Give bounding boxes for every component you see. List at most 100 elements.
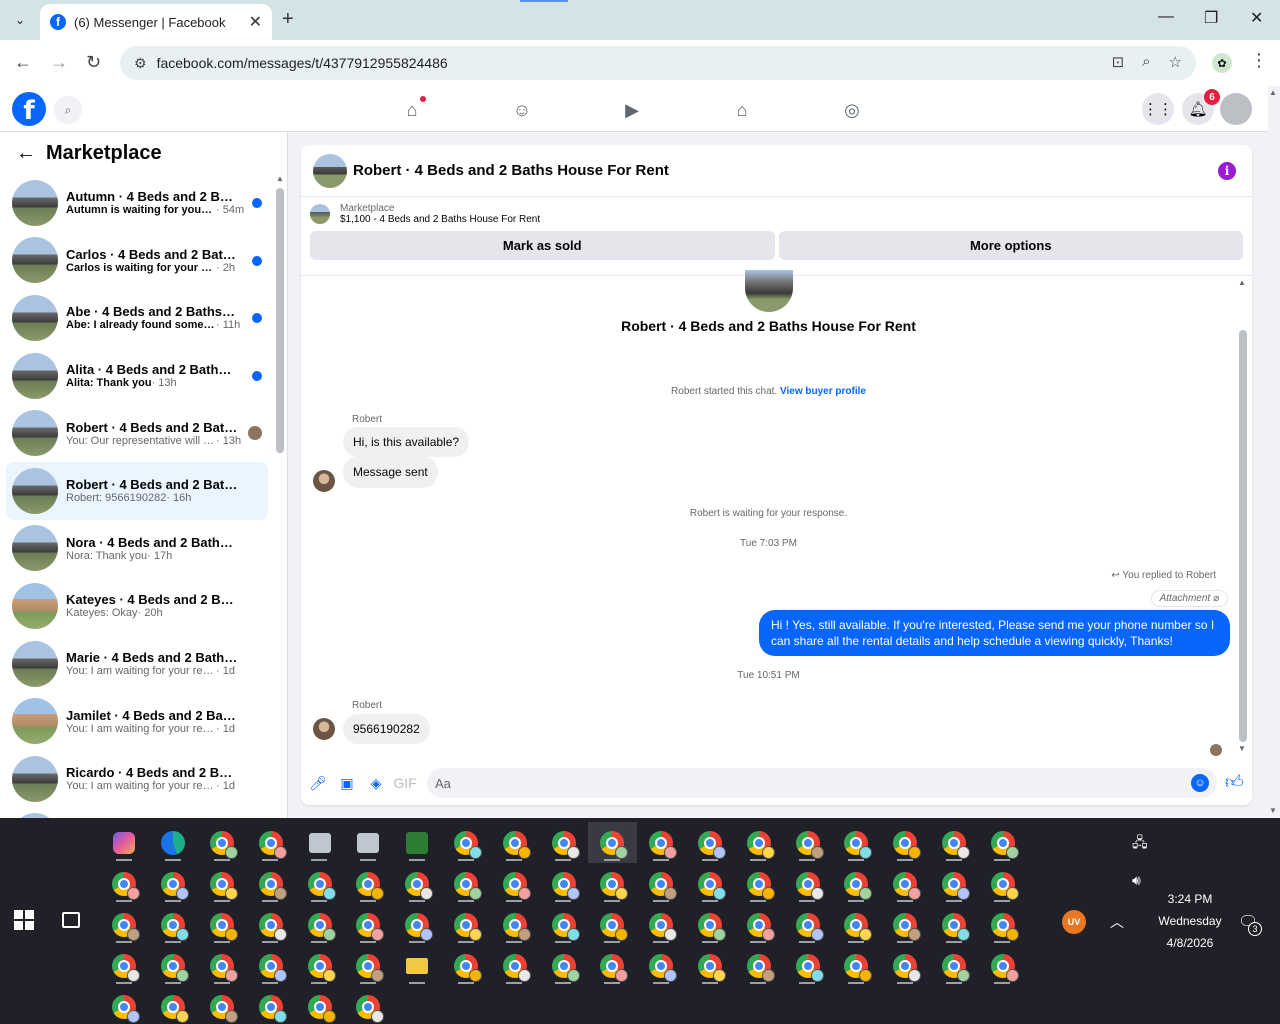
sender-avatar[interactable] (313, 470, 335, 492)
chrome-window-icon[interactable] (295, 863, 344, 904)
chrome-window-icon[interactable] (100, 904, 149, 945)
sidebar-scroll-up-icon[interactable]: ▲ (276, 174, 284, 183)
extension-icon[interactable]: ✿ (1212, 53, 1232, 73)
chrome-window-icon[interactable] (588, 863, 637, 904)
windows-start-icon[interactable] (14, 910, 34, 930)
chrome-window-icon[interactable] (637, 945, 686, 986)
conversation-item[interactable]: Robert · 4 Beds and 2 Baths ... You: Our … (6, 404, 268, 462)
marketplace-icon[interactable]: ⌂ (730, 98, 754, 122)
sidebar-scrollbar[interactable] (276, 188, 284, 453)
chrome-window-icon[interactable] (539, 904, 588, 945)
chrome-window-icon[interactable] (198, 904, 247, 945)
conversation-item[interactable]: Orlando · 4 Beds and 2 Baths... (6, 808, 268, 818)
task-view-icon[interactable] (62, 912, 80, 928)
chrome-window-icon[interactable] (588, 904, 637, 945)
chrome-window-icon[interactable] (344, 904, 393, 945)
chrome-window-icon[interactable] (344, 986, 393, 1024)
sender-avatar[interactable] (313, 718, 335, 740)
facebook-logo-icon[interactable]: f (12, 92, 46, 126)
file-explorer-icon[interactable] (393, 945, 442, 986)
chrome-window-icon[interactable] (832, 822, 881, 863)
chrome-window-icon[interactable] (637, 822, 686, 863)
browser-menu-icon[interactable]: ⋮ (1250, 50, 1268, 71)
network-icon[interactable]: 🖧︎ (1132, 832, 1148, 856)
back-arrow-icon[interactable]: ← (14, 52, 32, 73)
chrome-window-icon[interactable] (295, 945, 344, 986)
chrome-window-icon[interactable] (881, 945, 930, 986)
install-app-icon[interactable]: ⊡ (1112, 53, 1125, 71)
window-maximize-button[interactable]: ❐ (1204, 8, 1218, 28)
chrome-window-icon[interactable] (637, 863, 686, 904)
chrome-window-icon[interactable] (832, 863, 881, 904)
chrome-window-icon[interactable] (442, 945, 491, 986)
tab-close-icon[interactable]: ✕ (249, 12, 262, 32)
chrome-window-icon[interactable] (832, 945, 881, 986)
outgoing-message[interactable]: Hi ! Yes, still available. If you're int… (759, 610, 1230, 656)
info-icon[interactable]: i (1218, 162, 1236, 180)
chrome-window-icon[interactable] (783, 945, 832, 986)
conversation-item[interactable]: Jamilet · 4 Beds and 2 Baths Ho...You: I… (6, 692, 268, 750)
chrome-window-icon[interactable] (978, 863, 1027, 904)
clock-day[interactable]: Wednesday (1140, 914, 1240, 928)
chrome-window-icon[interactable] (295, 986, 344, 1024)
chrome-window-icon[interactable] (490, 904, 539, 945)
chrome-window-icon[interactable] (637, 904, 686, 945)
spreadsheet-app-icon[interactable] (393, 822, 442, 863)
chrome-window-icon[interactable] (930, 863, 979, 904)
bookmark-star-icon[interactable]: ☆ (1169, 53, 1182, 71)
chrome-window-icon[interactable] (881, 863, 930, 904)
chat-scrollbar[interactable] (1239, 330, 1247, 742)
chrome-window-icon[interactable] (198, 945, 247, 986)
chat-avatar[interactable] (313, 153, 347, 188)
chrome-window-icon[interactable] (734, 822, 783, 863)
chrome-window-icon[interactable] (832, 904, 881, 945)
chrome-window-icon[interactable] (783, 904, 832, 945)
incoming-message[interactable]: 9566190282 (343, 714, 430, 744)
site-info-icon[interactable]: ⚙ (134, 55, 147, 72)
friends-icon[interactable]: ☺ (510, 98, 534, 122)
chrome-window-icon[interactable] (734, 863, 783, 904)
notifications-bell-icon[interactable]: 🔔︎ 6 (1182, 89, 1220, 125)
chrome-window-icon[interactable] (100, 945, 149, 986)
back-arrow-icon[interactable]: ← (16, 142, 36, 165)
view-buyer-profile-link[interactable]: View buyer profile (780, 386, 866, 397)
page-scroll-up-icon[interactable]: ▲ (1269, 88, 1277, 97)
chrome-window-icon[interactable] (198, 822, 247, 863)
chrome-window-icon[interactable] (783, 822, 832, 863)
conversation-item[interactable]: Carlos · 4 Beds and 2 Baths H...Carlos i… (6, 232, 268, 290)
chrome-window-icon[interactable] (246, 904, 295, 945)
profile-badge[interactable]: UV (1062, 910, 1086, 934)
listing-title[interactable]: $1,100 - 4 Beds and 2 Baths House For Re… (340, 214, 540, 225)
copilot-app-icon[interactable] (100, 822, 149, 863)
video-icon[interactable]: ▶ (620, 98, 644, 122)
reload-icon[interactable]: ↻ (86, 52, 101, 73)
forward-arrow-icon[interactable]: → (50, 52, 68, 73)
conversation-item[interactable]: Alita · 4 Beds and 2 Baths Hou...Alita: … (6, 347, 268, 405)
chrome-window-icon[interactable] (978, 822, 1027, 863)
chrome-window-icon[interactable] (442, 904, 491, 945)
conversation-item[interactable]: Ricardo · 4 Beds and 2 Baths Ho...You: I… (6, 750, 268, 808)
chrome-window-icon[interactable] (198, 863, 247, 904)
chrome-window-icon[interactable] (587, 822, 637, 863)
profile-avatar[interactable] (745, 270, 793, 312)
chrome-window-icon[interactable] (686, 904, 735, 945)
chrome-window-icon[interactable] (539, 822, 588, 863)
chrome-window-icon[interactable] (393, 904, 442, 945)
page-scroll-down-icon[interactable]: ▼ (1269, 806, 1277, 815)
chrome-window-icon[interactable] (149, 863, 198, 904)
tab-search-dropdown-icon[interactable]: ⌄ (8, 8, 32, 32)
chrome-window-icon[interactable] (686, 945, 735, 986)
more-options-button[interactable]: More options (778, 231, 1243, 260)
chrome-window-icon[interactable] (246, 986, 295, 1024)
conversation-item[interactable]: Kateyes · 4 Beds and 2 Baths H...Kateyes… (6, 577, 268, 635)
chrome-window-icon[interactable] (149, 904, 198, 945)
conversation-item[interactable]: Robert · 4 Beds and 2 Baths Ho...Robert:… (6, 461, 268, 520)
thumbs-up-icon[interactable]: 👍︎ (1225, 771, 1244, 793)
clock-time[interactable]: 3:24 PM (1140, 892, 1240, 906)
mark-as-sold-button[interactable]: Mark as sold (310, 231, 775, 260)
chrome-window-icon[interactable] (344, 863, 393, 904)
chrome-window-icon[interactable] (539, 945, 588, 986)
volume-icon[interactable]: 🔊︎ (1132, 872, 1141, 889)
emoji-icon[interactable]: ☺ (1191, 774, 1209, 792)
gif-icon[interactable]: GIF (393, 772, 416, 794)
